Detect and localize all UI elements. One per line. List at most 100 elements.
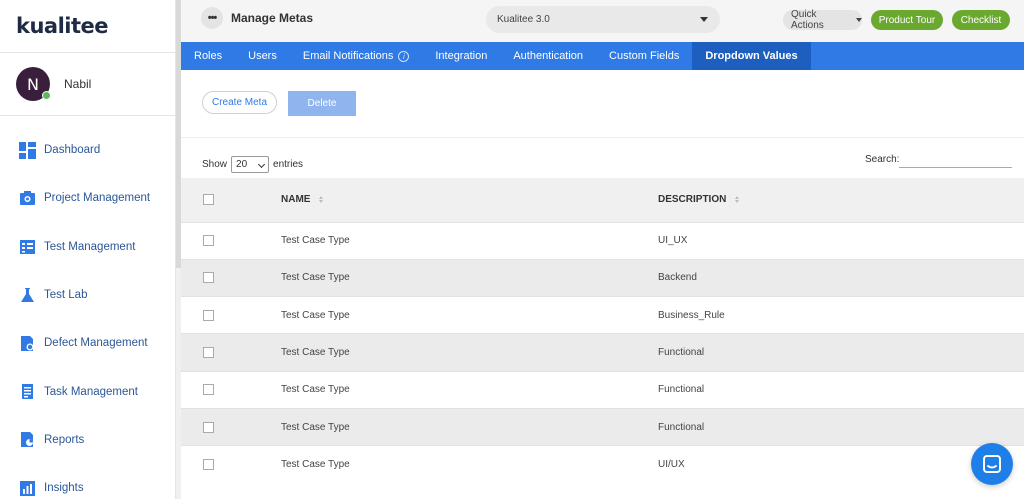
select-all-cell: [181, 178, 281, 222]
table-row[interactable]: Test Case Type UI/UX: [181, 445, 1024, 484]
flask-icon: [19, 287, 36, 304]
sidebar: kualitee N Nabil Dashboard Project Manag…: [0, 0, 176, 499]
page-size-control: Show 20 entries: [202, 156, 303, 173]
sidebar-item-label: Test Management: [44, 240, 136, 253]
name-cell: Test Case Type: [281, 333, 658, 372]
sidebar-item-project-management[interactable]: Project Management: [0, 174, 175, 222]
test-management-icon: [19, 238, 36, 255]
tab-dropdown-values[interactable]: Dropdown Values: [692, 42, 811, 70]
quick-actions-button[interactable]: Quick Actions: [783, 9, 862, 31]
task-icon: [19, 383, 36, 400]
tab-integration[interactable]: Integration: [422, 42, 500, 70]
sidebar-item-label: Reports: [44, 433, 85, 446]
defect-icon: [19, 335, 36, 352]
sort-icon: [319, 196, 324, 204]
sidebar-item-defect-management[interactable]: Defect Management: [0, 319, 175, 367]
project-select[interactable]: Kualitee 3.0: [486, 6, 720, 33]
create-meta-button[interactable]: Create Meta: [202, 91, 277, 114]
checklist-button[interactable]: Checklist: [952, 10, 1010, 30]
dashboard-icon: [19, 141, 36, 159]
tab-label: Custom Fields: [609, 50, 680, 62]
page-size-select[interactable]: 20: [231, 156, 270, 173]
column-header-label: NAME: [281, 194, 311, 206]
sidebar-item-insights[interactable]: Insights: [0, 464, 175, 499]
tab-label: Dropdown Values: [705, 50, 798, 62]
row-checkbox[interactable]: [203, 384, 214, 396]
description-cell: Backend: [658, 258, 1024, 297]
sidebar-item-label: Task Management: [44, 385, 138, 398]
tab-label: Roles: [194, 50, 223, 62]
row-select-cell: [181, 333, 281, 372]
tab-custom-fields[interactable]: Custom Fields: [596, 42, 692, 70]
logo-text: kualitee: [16, 14, 109, 38]
tab-label: Authentication: [513, 50, 584, 62]
more-options-icon[interactable]: •••: [201, 7, 223, 29]
description-cell: Business_Rule: [658, 296, 1024, 334]
sidebar-nav: Dashboard Project Management Test Manage…: [0, 116, 175, 499]
settings-tabs: Roles Users Email Notifications i Integra…: [181, 42, 1024, 70]
row-select-cell: [181, 258, 281, 297]
sidebar-item-label: Test Lab: [44, 289, 88, 302]
user-profile[interactable]: N Nabil: [0, 53, 175, 116]
caret-down-icon: [856, 18, 862, 22]
tab-roles[interactable]: Roles: [181, 42, 235, 70]
content-panel: Create Meta Delete Show 20 entries Searc…: [181, 70, 1024, 499]
select-all-checkbox[interactable]: [203, 194, 214, 206]
row-checkbox[interactable]: [203, 459, 214, 471]
name-cell: Test Case Type: [281, 296, 658, 334]
logo[interactable]: kualitee: [0, 0, 175, 53]
row-select-cell: [181, 445, 281, 484]
user-name: Nabil: [64, 77, 92, 91]
table-row[interactable]: Test Case Type Functional: [181, 370, 1024, 409]
search-input[interactable]: [899, 152, 1012, 168]
description-cell: Functional: [658, 370, 1024, 409]
table-row[interactable]: Test Case Type Functional: [181, 333, 1024, 372]
table-row[interactable]: Test Case Type Business_Rule: [181, 296, 1024, 334]
table-row[interactable]: Test Case Type Functional: [181, 407, 1024, 446]
sidebar-item-dashboard[interactable]: Dashboard: [0, 126, 175, 174]
row-checkbox[interactable]: [203, 309, 214, 321]
column-header-name[interactable]: NAME: [281, 178, 658, 222]
row-select-cell: [181, 407, 281, 446]
description-cell: Functional: [658, 333, 1024, 372]
avatar[interactable]: N: [16, 67, 51, 101]
tab-users[interactable]: Users: [235, 42, 290, 70]
sidebar-item-reports[interactable]: Reports: [0, 416, 175, 464]
sidebar-item-label: Dashboard: [44, 144, 101, 157]
table-row[interactable]: Test Case Type Backend: [181, 258, 1024, 297]
page-title: Manage Metas: [231, 11, 314, 25]
chat-button[interactable]: [971, 443, 1013, 485]
row-checkbox[interactable]: [203, 272, 214, 284]
search-label: Search:: [865, 154, 900, 165]
sidebar-item-task-management[interactable]: Task Management: [0, 367, 175, 415]
chevron-down-icon: [257, 160, 266, 169]
tab-email-notifications[interactable]: Email Notifications i: [290, 42, 422, 70]
sidebar-item-label: Project Management: [44, 192, 151, 205]
online-status-icon: [42, 91, 51, 100]
row-checkbox[interactable]: [203, 347, 214, 359]
product-tour-button[interactable]: Product Tour: [871, 10, 943, 30]
sidebar-item-label: Insights: [44, 482, 84, 495]
table-controls: Show 20 entries Search:: [181, 138, 1024, 178]
column-header-description[interactable]: DESCRIPTION: [658, 178, 1024, 222]
description-cell: UI_UX: [658, 221, 1024, 260]
tab-authentication[interactable]: Authentication: [500, 42, 596, 70]
name-cell: Test Case Type: [281, 221, 658, 260]
info-icon[interactable]: i: [398, 50, 410, 62]
main-area: ••• Manage Metas Kualitee 3.0 Quick Acti…: [181, 0, 1024, 499]
top-bar: ••• Manage Metas Kualitee 3.0 Quick Acti…: [181, 0, 1024, 42]
sidebar-item-test-management[interactable]: Test Management: [0, 223, 175, 271]
chat-icon: [983, 455, 1001, 473]
row-select-cell: [181, 370, 281, 409]
table-row[interactable]: Test Case Type UI_UX: [181, 221, 1024, 260]
page-size-value: 20: [236, 159, 248, 170]
name-cell: Test Case Type: [281, 258, 658, 297]
row-checkbox[interactable]: [203, 235, 214, 247]
row-select-cell: [181, 221, 281, 260]
delete-button[interactable]: Delete: [288, 91, 356, 116]
caret-down-icon: [700, 17, 708, 22]
tab-label: Integration: [435, 50, 488, 62]
sidebar-item-test-lab[interactable]: Test Lab: [0, 271, 175, 319]
sidebar-item-label: Defect Management: [44, 337, 148, 350]
row-checkbox[interactable]: [203, 421, 214, 433]
